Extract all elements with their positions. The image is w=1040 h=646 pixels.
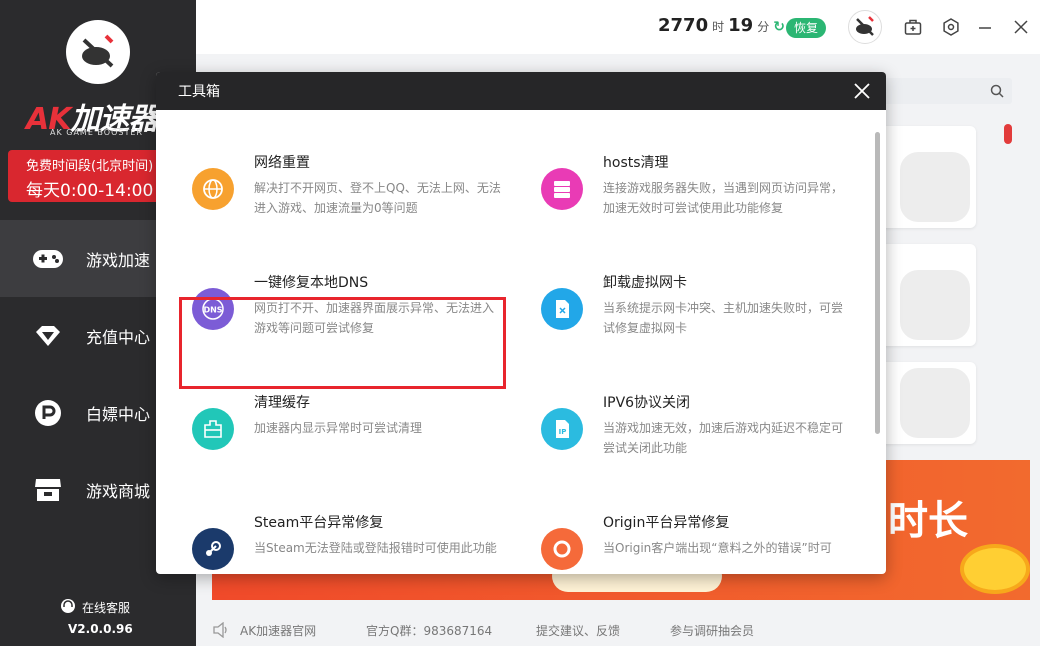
tool-desc: 当Steam无法登陆或登陆报错时可使用此功能 bbox=[254, 541, 497, 555]
tool-desc: 当游戏加速无效，加速后游戏内延迟不稳定可尝试关闭此功能 bbox=[603, 421, 844, 455]
tool-desc: 连接游戏服务器失败，当遇到网页访问异常，加速无效时可尝试使用此功能修复 bbox=[603, 181, 844, 215]
minutes-value: 19 bbox=[728, 15, 754, 36]
dialog-scrollbar[interactable] bbox=[875, 132, 880, 434]
toolbox-icon[interactable] bbox=[902, 16, 924, 38]
tool-name: 网络重置 bbox=[254, 155, 310, 171]
qq-group-text: 官方Q群：983687164 bbox=[366, 624, 493, 638]
tool-list: 网络重置 解决打不开网页、登不上QQ、无法上网、无法进入游戏、加速流量为0等问题… bbox=[156, 110, 886, 574]
version-label: V2.0.0.96 bbox=[68, 622, 133, 636]
official-site-link[interactable]: AK加速器官网 bbox=[240, 622, 316, 639]
tool-clear-cache[interactable]: 清理缓存 加速器内显示异常时可尝试清理 bbox=[176, 392, 496, 482]
dialog-header: 工具箱 bbox=[156, 72, 886, 110]
coin-icon bbox=[960, 544, 1030, 594]
tool-desc: 当系统提示网卡冲突、主机加速失败时，可尝试修复虚拟网卡 bbox=[603, 301, 844, 335]
tool-name: Steam平台异常修复 bbox=[254, 515, 384, 531]
search-icon bbox=[990, 83, 1004, 102]
scrollbar[interactable] bbox=[1004, 124, 1012, 144]
settings-gear-icon[interactable] bbox=[940, 16, 962, 38]
tool-desc: 加速器内显示异常时可尝试清理 bbox=[254, 421, 423, 435]
banner-text: 时长 bbox=[888, 498, 968, 544]
tool-desc: 解决打不开网页、登不上QQ、无法上网、无法进入游戏、加速流量为0等问题 bbox=[254, 181, 501, 215]
ip-icon: IP bbox=[541, 408, 583, 450]
online-support-link[interactable]: 在线客服 bbox=[60, 598, 130, 617]
sidebar-item-label: 游戏加速 bbox=[86, 250, 151, 270]
tool-name: 一键修复本地DNS bbox=[254, 275, 369, 291]
remaining-time: 2770 时 19 分 ↻ bbox=[658, 15, 785, 36]
tool-name: hosts清理 bbox=[603, 155, 669, 171]
tool-name: 清理缓存 bbox=[254, 395, 310, 411]
game-placeholder-icon bbox=[900, 368, 970, 438]
app-logo bbox=[66, 20, 130, 84]
svg-text:IP: IP bbox=[559, 428, 567, 436]
survey-link[interactable]: 参与调研抽会员 bbox=[670, 622, 754, 639]
minimize-icon[interactable] bbox=[974, 16, 996, 38]
refresh-icon[interactable]: ↻ bbox=[773, 19, 785, 35]
store-icon bbox=[32, 474, 64, 506]
tool-name: Origin平台异常修复 bbox=[603, 515, 730, 531]
close-icon[interactable] bbox=[1010, 16, 1032, 38]
dialog-title: 工具箱 bbox=[178, 84, 220, 100]
gamepad-icon bbox=[32, 243, 64, 275]
top-bar: 2770 时 19 分 ↻ 恢复 bbox=[196, 0, 1040, 54]
feedback-link[interactable]: 提交建议、反馈 bbox=[536, 622, 620, 639]
diamond-icon bbox=[32, 320, 64, 352]
game-placeholder-icon bbox=[900, 152, 970, 222]
sidebar-item-label: 游戏商城 bbox=[86, 481, 151, 501]
hours-unit: 时 bbox=[712, 20, 725, 34]
server-icon bbox=[541, 168, 583, 210]
sidebar-item-label: 充值中心 bbox=[86, 327, 151, 347]
brand-subtitle: AK GAME BOOSTER bbox=[50, 128, 143, 137]
tool-hosts-clean[interactable]: hosts清理 连接游戏服务器失败，当遇到网页访问异常，加速无效时可尝试使用此功… bbox=[525, 152, 845, 242]
globe-icon bbox=[192, 168, 234, 210]
steam-icon bbox=[192, 528, 234, 570]
tool-steam-fix[interactable]: Steam平台异常修复 当Steam无法登陆或登陆报错时可使用此功能 bbox=[176, 512, 497, 574]
tool-uninstall-vnic[interactable]: 卸载虚拟网卡 当系统提示网卡冲突、主机加速失败时，可尝试修复虚拟网卡 bbox=[525, 272, 845, 362]
headset-icon bbox=[60, 598, 76, 617]
close-icon[interactable] bbox=[852, 81, 872, 101]
minutes-unit: 分 bbox=[757, 20, 770, 34]
tool-desc: 当Origin客户端出现“意料之外的错误”时可 bbox=[603, 541, 832, 555]
tool-ipv6-off[interactable]: IP IPV6协议关闭 当游戏加速无效，加速后游戏内延迟不稳定可尝试关闭此功能 bbox=[525, 392, 845, 482]
avatar[interactable] bbox=[848, 10, 882, 44]
footer: AK加速器官网 官方Q群：983687164 提交建议、反馈 参与调研抽会员 bbox=[196, 612, 1040, 646]
highlight-box bbox=[179, 297, 506, 389]
origin-icon bbox=[541, 528, 583, 570]
p-coin-icon bbox=[32, 397, 64, 429]
cache-icon bbox=[192, 408, 234, 450]
speaker-icon bbox=[212, 621, 230, 641]
restore-button[interactable]: 恢复 bbox=[786, 18, 827, 38]
game-search-input[interactable] bbox=[866, 78, 1012, 104]
tool-name: 卸载虚拟网卡 bbox=[603, 275, 687, 291]
network-card-icon bbox=[541, 288, 583, 330]
tool-network-reset[interactable]: 网络重置 解决打不开网页、登不上QQ、无法上网、无法进入游戏、加速流量为0等问题 bbox=[176, 152, 501, 242]
toolbox-dialog: 工具箱 网络重置 解决打不开网页、登不上QQ、无法上网、无法进入游戏、加速流量为… bbox=[156, 72, 886, 574]
sidebar-item-label: 白嫖中心 bbox=[86, 404, 151, 424]
tool-origin-fix[interactable]: Origin平台异常修复 当Origin客户端出现“意料之外的错误”时可 bbox=[525, 512, 845, 574]
hours-value: 2770 bbox=[658, 15, 709, 36]
online-support-label: 在线客服 bbox=[82, 601, 131, 615]
game-placeholder-icon bbox=[900, 270, 970, 340]
tool-name: IPV6协议关闭 bbox=[603, 395, 691, 411]
